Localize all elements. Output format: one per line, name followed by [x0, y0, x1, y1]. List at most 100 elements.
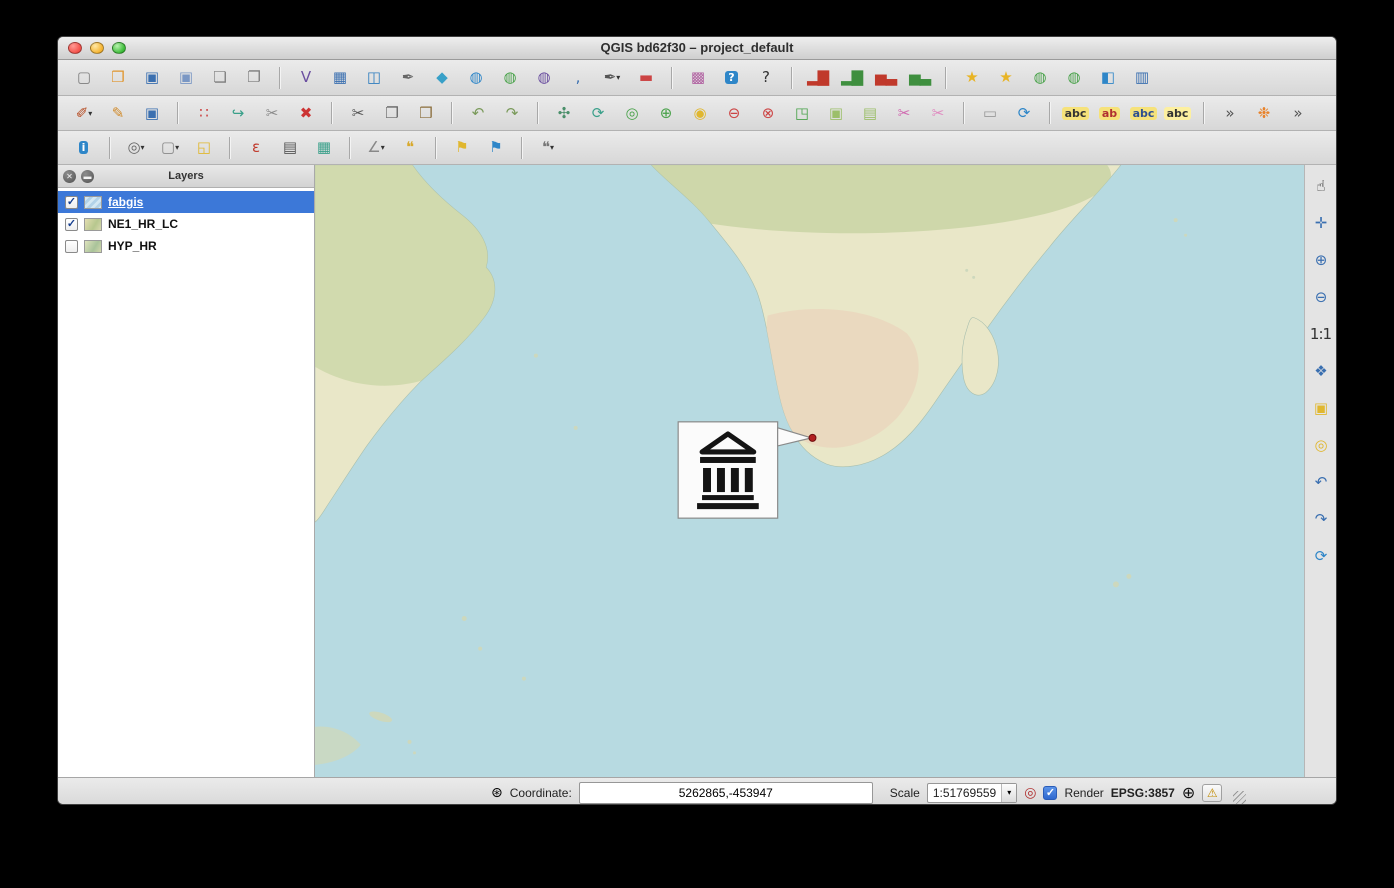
star-button[interactable]: ★ [990, 65, 1022, 91]
cut-features-button[interactable]: ✂ [342, 100, 374, 126]
add-wms-layer-button[interactable]: ◍ [460, 65, 492, 91]
profile-red-icon-button[interactable]: ▅▃ [870, 65, 902, 91]
crs-status-icon[interactable]: ⊕ [1182, 785, 1195, 801]
layer-item-fabgis[interactable]: ✓ fabgis [58, 191, 314, 213]
add-vector-layer-button[interactable]: V [290, 65, 322, 91]
profile-green-icon-button[interactable]: ▅▃ [904, 65, 936, 91]
copy-features-button[interactable]: ❐ [376, 100, 408, 126]
add-spatialite-layer-button[interactable]: ✒ [392, 65, 424, 91]
rotate-feature-button[interactable]: ⟳ [582, 100, 614, 126]
measure-line-button[interactable]: ∠▾ [360, 135, 392, 161]
new-project-button[interactable]: ▢ [68, 65, 100, 91]
composer-manager-button[interactable]: ❐ [238, 65, 270, 91]
resize-grip[interactable] [1233, 791, 1246, 804]
add-mssql-layer-button[interactable]: ◆ [426, 65, 458, 91]
add-delimited-text-layer-button[interactable]: , [562, 65, 594, 91]
reshape-features-button[interactable]: ◳ [786, 100, 818, 126]
pan-map-button[interactable]: ☝ [1307, 173, 1335, 199]
pan-to-selected-button[interactable]: ✛ [1307, 210, 1335, 236]
delete-part-button[interactable]: ⊗ [752, 100, 784, 126]
collapse-panel-button[interactable]: ▬ [81, 170, 94, 183]
globe-star-button-2[interactable]: ◍ [1058, 65, 1090, 91]
move-label-button[interactable]: abc [1128, 100, 1160, 126]
minimize-window-button[interactable] [90, 42, 104, 54]
map-canvas[interactable] [315, 165, 1304, 777]
split-features-button[interactable]: ✂ [888, 100, 920, 126]
change-label-button[interactable]: abc [1162, 100, 1194, 126]
undo-button[interactable]: ↶ [462, 100, 494, 126]
zoom-to-selection-button[interactable]: ◎ [1307, 432, 1335, 458]
layer-visibility-checkbox[interactable]: ✓ [65, 218, 78, 231]
merge-features-button[interactable]: ▣ [820, 100, 852, 126]
render-checkbox[interactable]: ✓ [1043, 786, 1057, 800]
zoom-actual-size-button[interactable]: 1:1 [1307, 321, 1335, 347]
layer-label[interactable]: fabgis [108, 195, 143, 209]
statistical-summary-button[interactable]: ▦ [308, 135, 340, 161]
move-feature-button[interactable]: ∷ [188, 100, 220, 126]
star-plus-button[interactable]: ★ [956, 65, 988, 91]
field-calculator-button[interactable]: ε [240, 135, 272, 161]
zoom-out-button[interactable]: ⊖ [1307, 284, 1335, 310]
simplify-feature-button[interactable]: ✂ [256, 100, 288, 126]
scale-dropdown-button[interactable]: ▾ [1001, 784, 1016, 802]
identify-features-button[interactable]: i [68, 135, 100, 161]
layer-visibility-checkbox[interactable]: ✓ [65, 196, 78, 209]
zoom-next-button[interactable]: ↷ [1307, 506, 1335, 532]
layer-label[interactable]: NE1_HR_LC [108, 217, 178, 231]
zoom-in-button[interactable]: ⊕ [1307, 247, 1335, 273]
select-features-menu-button[interactable]: ◎▾ [120, 135, 152, 161]
flame-plugin-button[interactable]: ❉ [1248, 100, 1280, 126]
whats-this-button[interactable]: ? [750, 65, 782, 91]
deselect-all-button[interactable]: ◱ [188, 135, 220, 161]
rotate-point-symbols-button[interactable]: ⟳ [1008, 100, 1040, 126]
annotation-pen-dropdown-button[interactable]: ✒▾ [596, 65, 628, 91]
zoom-to-layer-button[interactable]: ▣ [1307, 395, 1335, 421]
refresh-map-button[interactable]: ⟳ [1307, 543, 1335, 569]
toggle-editing-button[interactable]: ✎ [102, 100, 134, 126]
globe-star-button-1[interactable]: ◍ [1024, 65, 1056, 91]
new-print-composer-button[interactable]: ❏ [204, 65, 236, 91]
add-ring-button[interactable]: ◎ [616, 100, 648, 126]
more-tools-chevron-1[interactable]: » [1214, 100, 1246, 126]
layer-label[interactable]: HYP_HR [108, 239, 157, 253]
select-rectangle-button[interactable]: ▢▾ [154, 135, 186, 161]
open-attribute-table-button[interactable]: ▤ [274, 135, 306, 161]
zoom-window-button[interactable] [112, 42, 126, 54]
offset-curve-button[interactable]: ↪ [222, 100, 254, 126]
save-project-button[interactable]: ▣ [136, 65, 168, 91]
map-window-button[interactable]: ◧ [1092, 65, 1124, 91]
layer-visibility-checkbox[interactable] [65, 240, 78, 253]
new-bookmark-button[interactable]: ⚑ [446, 135, 478, 161]
add-part-button[interactable]: ⊕ [650, 100, 682, 126]
node-tool-button[interactable]: ✣ [548, 100, 580, 126]
pin-labels-button[interactable]: ab [1094, 100, 1126, 126]
close-panel-button[interactable]: ✕ [63, 170, 76, 183]
title-bar[interactable]: QGIS bd62f30 – project_default [58, 37, 1336, 60]
help-contents-button[interactable]: ? [716, 65, 748, 91]
scale-combo[interactable]: 1:51769559 ▾ [927, 783, 1017, 803]
zoom-last-button[interactable]: ↶ [1307, 469, 1335, 495]
trim-extend-button[interactable]: ▭ [974, 100, 1006, 126]
text-annotation-dropdown-button[interactable]: ❝▾ [532, 135, 564, 161]
redo-button[interactable]: ↷ [496, 100, 528, 126]
coordinate-input[interactable] [579, 782, 873, 804]
log-messages-icon[interactable]: ⚠ [1202, 784, 1222, 802]
split-parts-button[interactable]: ✂ [922, 100, 954, 126]
current-edits-dropdown-button[interactable]: ✐▾ [68, 100, 100, 126]
more-tools-chevron-2[interactable]: » [1282, 100, 1314, 126]
location-marker[interactable] [809, 434, 816, 441]
paste-features-button[interactable]: ❒ [410, 100, 442, 126]
add-wfs-layer-button[interactable]: ◍ [528, 65, 560, 91]
plugin-manager-button[interactable]: ▩ [682, 65, 714, 91]
oracle-layer-button[interactable]: ▬ [630, 65, 662, 91]
add-postgis-layer-button[interactable]: ◫ [358, 65, 390, 91]
open-project-button[interactable]: ❒ [102, 65, 134, 91]
mouse-position-icon[interactable]: ⊛ [491, 786, 503, 800]
scale-magnifier-icon[interactable]: ◎ [1024, 786, 1036, 800]
layer-labeling-button[interactable]: abc [1060, 100, 1092, 126]
layer-item-hyp-hr[interactable]: HYP_HR [58, 235, 314, 257]
fill-ring-button[interactable]: ◉ [684, 100, 716, 126]
delete-ring-button[interactable]: ⊖ [718, 100, 750, 126]
save-project-as-button[interactable]: ▣ [170, 65, 202, 91]
add-raster-layer-button[interactable]: ▦ [324, 65, 356, 91]
